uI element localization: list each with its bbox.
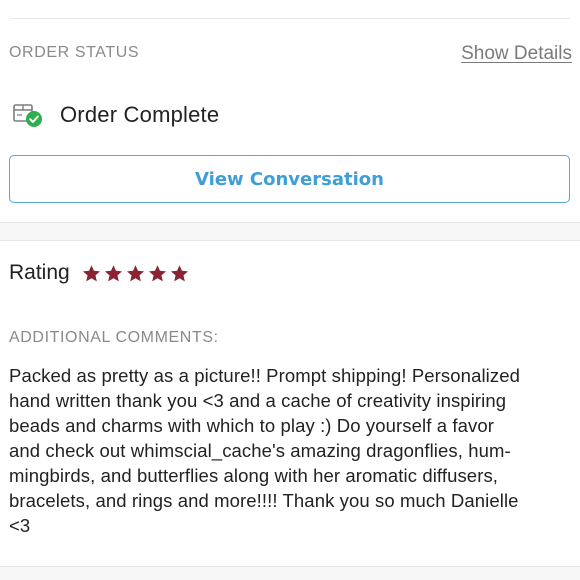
star-icon: [148, 264, 166, 281]
order-status-section: ORDER STATUS Show Details Order Complete…: [0, 19, 580, 222]
comment-line: beads and charms with which to play :) D…: [9, 415, 494, 436]
comment-line: and check out whimscial_cache's amazing …: [9, 440, 511, 461]
rating-label: Rating: [9, 261, 70, 284]
comment-line: Packed as pretty as a picture!! Prompt s…: [9, 365, 521, 386]
additional-comments-heading: ADDITIONAL COMMENTS:: [9, 329, 219, 346]
comment-line: <3: [9, 515, 31, 536]
star-icon: [126, 264, 144, 281]
show-details-link[interactable]: Show Details: [461, 43, 572, 65]
comment-line: bracelets, and rings and more!!!! Thank …: [9, 490, 519, 511]
rating-row: Rating: [9, 258, 189, 288]
bottom-divider: [0, 566, 580, 580]
star-icon: [82, 264, 100, 281]
order-status-heading: ORDER STATUS: [9, 44, 140, 61]
star-icon: [170, 264, 188, 281]
view-conversation-label: View Conversation: [195, 168, 384, 190]
package-check-icon: [12, 100, 44, 130]
comment-line: hand written thank you <3 and a cache of…: [9, 390, 507, 411]
comment-text: Packed as pretty as a picture!! Prompt s…: [9, 363, 571, 538]
order-status-row: Order Complete: [12, 98, 219, 132]
star-icon: [104, 264, 122, 281]
comment-line: mingbirds, and butterflies along with he…: [9, 465, 499, 486]
star-rating: [82, 264, 189, 283]
order-status-text: Order Complete: [60, 102, 220, 127]
section-divider: [0, 222, 580, 241]
view-conversation-button[interactable]: View Conversation: [9, 155, 570, 203]
